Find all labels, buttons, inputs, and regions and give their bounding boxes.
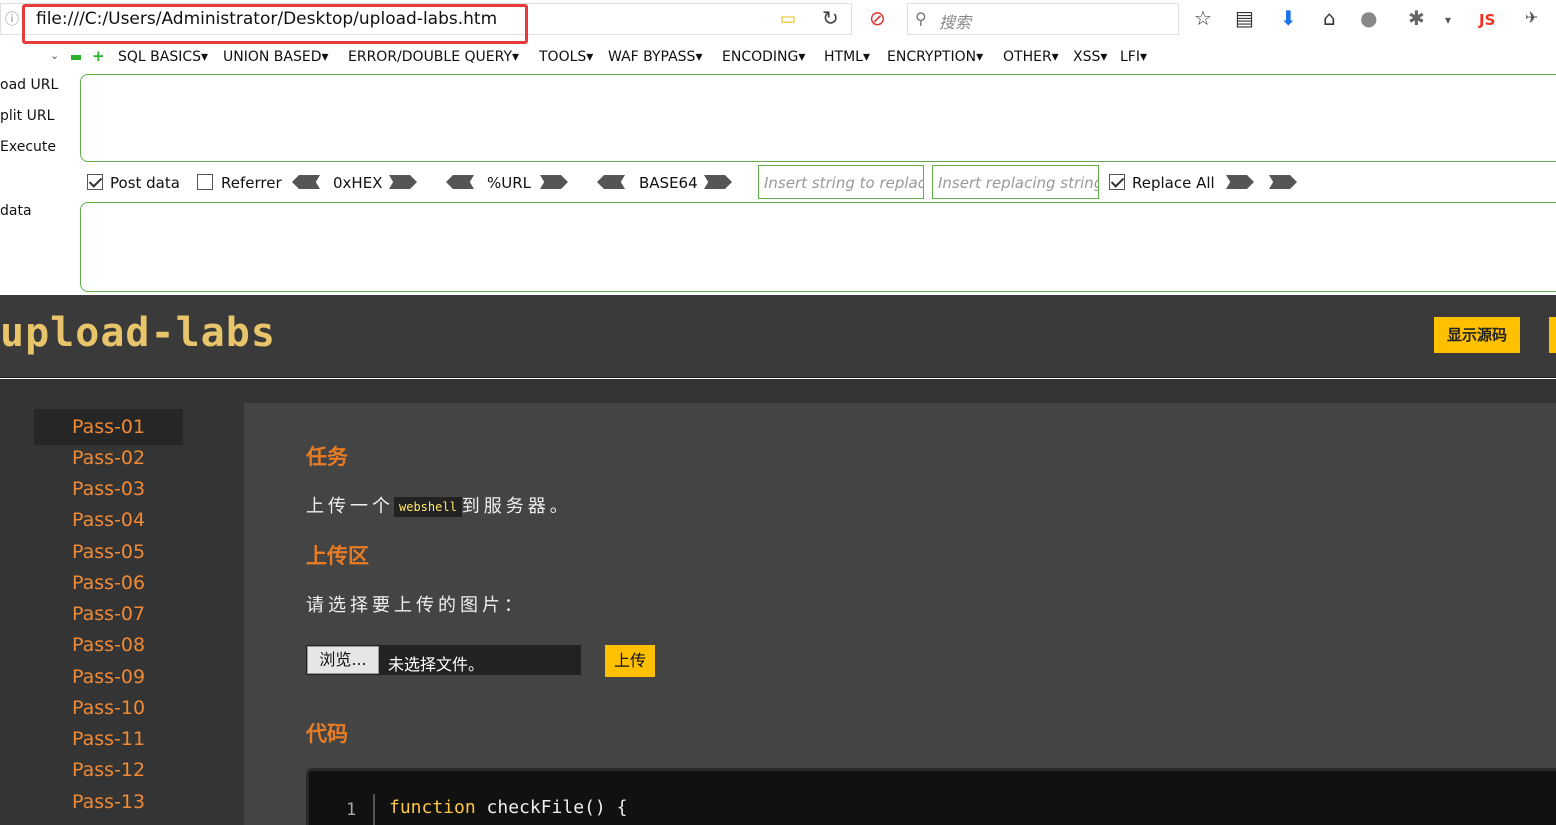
execute-label[interactable]: Execute [0,139,56,155]
code-line: function checkFile() { [389,797,627,818]
browser-toolbar: ⓘ file:///C:/Users/Administrator/Desktop… [0,0,1556,44]
menu-tools[interactable]: TOOLS▾ [539,49,593,65]
header-extra-button[interactable] [1549,317,1556,353]
task-heading: 任务 [306,445,348,469]
replacing-string-input[interactable]: Insert replacing string [932,165,1099,199]
upload-heading: 上传区 [306,544,369,568]
menu-html[interactable]: HTML▾ [824,49,870,65]
palette-icon[interactable]: ✱ [1408,8,1425,28]
url-textarea[interactable] [80,74,1556,162]
code-heading: 代码 [306,722,348,746]
show-source-button[interactable]: 显示源码 [1434,317,1520,353]
reload-icon[interactable]: ↻ [822,8,839,28]
base64-label: BASE64 [639,174,698,192]
menu-other[interactable]: OTHER▾ [1003,49,1059,65]
site-logo: upload-labs [0,310,276,356]
js-toggle[interactable]: JS [1479,10,1495,30]
browse-button[interactable]: 浏览... [307,646,379,674]
code-rest: checkFile() { [475,797,628,818]
no-file-text: 未选择文件。 [388,655,485,674]
folder-icon[interactable]: ▭ [780,9,796,29]
globe-icon[interactable]: ● [1360,8,1377,28]
base64-decode-arrow-icon[interactable] [597,175,625,189]
code-line-number: 1 [346,800,357,820]
task-text-before: 上传一个 [306,496,394,517]
task-text-after: 到服务器。 [461,496,572,517]
menu-lfi[interactable]: LFI▾ [1120,49,1147,65]
sidebar-item-pass-08[interactable]: Pass-08 [34,627,183,663]
task-code: webshell [394,497,462,517]
post-data-checkbox[interactable] [87,174,103,190]
hackbar-minus-icon[interactable] [71,55,81,60]
upload-prompt: 请选择要上传的图片： [306,595,526,616]
code-gutter-divider [373,794,375,825]
bookmark-star-icon[interactable]: ☆ [1194,8,1212,28]
url-label: %URL [487,174,532,192]
home-icon[interactable]: ⌂ [1323,8,1336,28]
url-encode-arrow-icon[interactable] [540,175,568,189]
menu-encoding[interactable]: ENCODING▾ [722,49,805,65]
sidebar-item-pass-13[interactable]: Pass-13 [34,784,183,820]
hex-label: 0xHEX [333,174,383,192]
menu-waf-bypass[interactable]: WAF BYPASS▾ [608,49,702,65]
base64-encode-arrow-icon[interactable] [704,175,732,189]
post-data-side-label: data [0,203,32,219]
hackbar-plus-icon[interactable]: + [92,47,105,65]
url-highlight-box [22,4,528,44]
replace-string-input[interactable]: Insert string to replace [758,165,924,199]
referrer-label: Referrer [221,174,282,192]
referrer-checkbox[interactable] [197,174,213,190]
url-decode-arrow-icon[interactable] [446,175,474,189]
hex-decode-arrow-icon[interactable] [292,175,320,189]
sidebar-item-pass-12[interactable]: Pass-12 [34,752,183,788]
task-description: 上传一个 webshell 到服务器。 [306,492,572,518]
noscript-icon[interactable]: ⊘ [869,8,886,28]
replace-all-label: Replace All [1132,174,1215,192]
search-icon: ⚲ [915,9,927,28]
code-keyword: function [389,797,476,818]
search-placeholder: 搜索 [939,13,972,32]
download-icon[interactable]: ⬇ [1280,8,1297,28]
menu-sql-basics[interactable]: SQL BASICS▾ [118,49,208,65]
post-data-textarea[interactable] [80,202,1556,292]
hackbar-dropdown-icon[interactable]: ⌄ [50,49,59,62]
menu-encryption[interactable]: ENCRYPTION▾ [887,49,983,65]
post-data-label: Post data [110,174,180,192]
menu-xss[interactable]: XSS▾ [1073,49,1107,65]
sidebar-item-pass-04[interactable]: Pass-04 [34,502,183,538]
split-url-label[interactable]: plit URL [0,108,54,124]
replace-next-arrow-icon[interactable] [1269,175,1297,189]
info-icon[interactable]: ⓘ [5,10,19,30]
load-url-label[interactable]: oad URL [0,77,58,93]
menu-dropdown-icon[interactable]: ▾ [1445,10,1451,30]
menu-error-double-query[interactable]: ERROR/DOUBLE QUERY▾ [348,49,519,65]
hex-encode-arrow-icon[interactable] [389,175,417,189]
menu-union-based[interactable]: UNION BASED▾ [223,49,329,65]
upload-button[interactable]: 上传 [605,645,655,677]
hackbar-menu: ⌄ + SQL BASICS▾ UNION BASED▾ ERROR/DOUBL… [0,44,1556,70]
replace-arrow-icon[interactable] [1226,175,1254,189]
reading-list-icon[interactable]: ▤ [1235,8,1254,28]
replace-all-checkbox[interactable] [1109,174,1125,190]
extension-icon[interactable]: ✈ [1525,8,1538,28]
